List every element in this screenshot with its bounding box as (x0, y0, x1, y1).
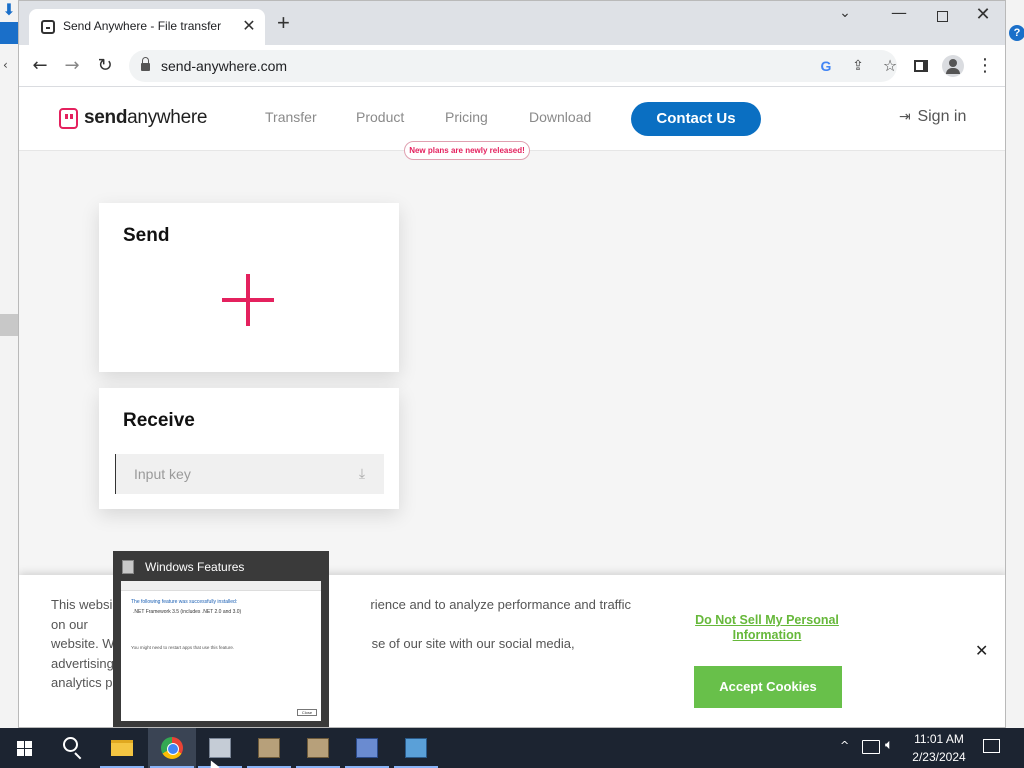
lock-icon (141, 57, 150, 71)
tray-overflow-icon[interactable]: ^ (840, 739, 849, 752)
search-icon (63, 737, 78, 752)
network-app-icon (356, 738, 378, 758)
pricing-badge: New plans are newly released! (404, 141, 530, 160)
nav-transfer[interactable]: Transfer (265, 109, 317, 125)
cookie-text-line2-start: website. W (51, 636, 115, 651)
avatar-icon (942, 55, 964, 77)
sign-in-icon: ⇥ (899, 109, 911, 125)
accept-cookies-button[interactable]: Accept Cookies (694, 666, 842, 708)
back-arrow-icon: ‹ (3, 58, 8, 72)
search-button[interactable] (48, 728, 96, 768)
preview-close-button: Close (297, 709, 317, 716)
nav-product[interactable]: Product (356, 109, 404, 125)
tab-close-icon[interactable]: ✕ (239, 16, 259, 36)
installer-app-icon (307, 738, 329, 758)
add-files-plus-icon[interactable] (222, 274, 274, 326)
receive-title: Receive (123, 410, 195, 431)
tab-send-anywhere[interactable]: Send Anywhere - File transfer ✕ (29, 9, 265, 45)
preview-title: Windows Features (145, 560, 245, 574)
maximize-button[interactable] (932, 7, 952, 27)
send-anywhere-favicon (41, 20, 55, 34)
nav-download[interactable]: Download (529, 109, 591, 125)
preview-title-bar (121, 581, 321, 591)
clock-date[interactable]: 2/23/2024 (910, 750, 968, 764)
contact-us-button[interactable]: Contact Us (631, 102, 761, 136)
back-button[interactable]: ← (28, 54, 52, 78)
cookie-text-line1-start: This websi (51, 597, 113, 612)
cookie-text-line3: analytics pa (51, 675, 120, 690)
close-window-button[interactable]: ✕ (973, 4, 993, 25)
installer-app-icon (258, 738, 280, 758)
google-lens-icon[interactable]: G (815, 55, 837, 77)
tab-search-button[interactable]: ⌄ (835, 5, 855, 25)
network-icon[interactable] (862, 740, 880, 754)
chrome-icon (161, 737, 183, 759)
minimize-button[interactable]: — (889, 3, 909, 23)
site-logo[interactable]: sendanywhere (84, 107, 207, 129)
desktop-left-edge: ⬇ ‹ (0, 0, 18, 728)
background-window-strip (0, 314, 18, 336)
tab-title: Send Anywhere - File transfer (63, 19, 222, 33)
bookmark-star-icon[interactable]: ☆ (879, 55, 901, 77)
download-icon[interactable]: ⤓ (354, 466, 370, 482)
clock-time[interactable]: 11:01 AM (912, 732, 966, 746)
share-icon[interactable]: ⇪ (847, 55, 869, 77)
volume-icon[interactable]: 🔈︎ (885, 737, 893, 753)
preview-window-body: The following feature was successfully i… (121, 581, 321, 721)
folder-icon (111, 740, 133, 756)
preview-line-3: You might need to restart apps that use … (131, 645, 235, 650)
help-icon[interactable]: ? (1009, 25, 1024, 41)
settings-app-icon (405, 738, 427, 758)
taskbar-app-2[interactable] (245, 728, 293, 768)
sign-in-link[interactable]: ⇥ Sign in (899, 108, 966, 126)
chrome-button[interactable] (148, 728, 196, 768)
desktop-right-edge: ? (1006, 0, 1024, 728)
file-explorer-button[interactable] (98, 728, 146, 768)
side-panel-icon (914, 60, 928, 72)
nav-pricing[interactable]: Pricing (445, 109, 488, 125)
preview-line-2: .NET Framework 3.5 (includes .NET 2.0 an… (133, 609, 242, 615)
download-icon: ⬇ (2, 0, 16, 19)
url-text[interactable]: send-anywhere.com (161, 58, 287, 74)
taskbar-app-4[interactable] (343, 728, 391, 768)
input-key-field[interactable] (115, 454, 384, 494)
side-panel-button[interactable] (909, 54, 933, 78)
windows-features-icon (122, 560, 134, 574)
background-window-bar (0, 22, 18, 44)
notification-icon[interactable] (983, 739, 1000, 753)
address-bar[interactable]: send-anywhere.com G ⇪ ☆ (129, 50, 897, 82)
send-anywhere-logo-icon[interactable] (59, 108, 78, 129)
windows-features-button[interactable] (196, 728, 244, 768)
cookie-close-icon[interactable]: ✕ (975, 641, 988, 660)
tab-strip: Send Anywhere - File transfer ✕ + ⌄ — ✕ (19, 1, 1005, 45)
windows-features-app-icon (209, 738, 231, 758)
browser-menu-button[interactable]: ⋮ (973, 54, 997, 78)
browser-toolbar: ← → ↻ send-anywhere.com G ⇪ ☆ ⋮ (19, 45, 1005, 87)
profile-button[interactable] (941, 54, 965, 78)
new-tab-button[interactable]: + (277, 12, 290, 34)
start-button[interactable] (0, 728, 48, 768)
preview-line-1: The following feature was successfully i… (131, 599, 238, 605)
receive-card: Receive ⤓ (99, 388, 399, 509)
windows-logo-icon (17, 741, 32, 756)
logo-prefix: send (84, 107, 128, 128)
send-title: Send (123, 225, 170, 246)
sign-in-label: Sign in (917, 108, 967, 125)
do-not-sell-link[interactable]: Do Not Sell My Personal Information (691, 613, 843, 643)
reload-button[interactable]: ↻ (93, 54, 117, 78)
forward-button[interactable]: → (60, 54, 84, 78)
taskbar-app-3[interactable] (294, 728, 342, 768)
taskbar-thumbnail-preview[interactable]: Windows Features The following feature w… (113, 551, 329, 727)
logo-suffix: anywhere (127, 107, 208, 128)
site-header: sendanywhere Transfer Product Pricing Do… (19, 87, 1005, 160)
maximize-icon (936, 11, 948, 22)
taskbar-app-5[interactable] (392, 728, 440, 768)
send-card: Send (99, 203, 399, 372)
